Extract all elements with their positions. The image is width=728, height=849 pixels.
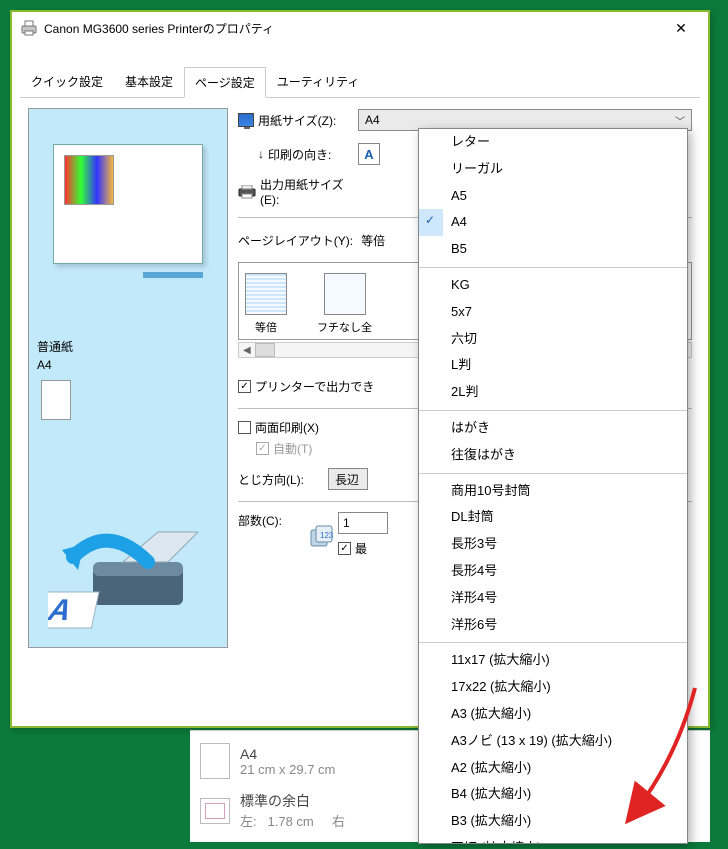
margin-icon [200, 798, 230, 824]
dropdown-separator [419, 267, 687, 268]
page-layout-label: ページレイアウト(Y): [238, 232, 353, 249]
paper-size-option[interactable]: 往復はがき [419, 442, 687, 469]
parent-paper-name: A4 [240, 746, 335, 762]
checkbox-icon: ✓ [238, 380, 251, 393]
preview-pane: 普通紙 A4 A [28, 108, 228, 648]
layout-thumb-borderless [324, 273, 366, 315]
duplex-checkbox[interactable]: 両面印刷(X) [238, 419, 319, 436]
preview-paper-size: A4 [37, 356, 73, 374]
output-size-label: 出力用紙サイズ(E): [238, 176, 358, 207]
preview-page [53, 144, 203, 264]
parent-paper-dims: 21 cm x 29.7 cm [240, 762, 335, 777]
preview-labels: 普通紙 A4 [37, 338, 73, 374]
paper-size-option[interactable]: 2L判 [419, 379, 687, 406]
layout-item-equal[interactable]: 等倍 [245, 273, 287, 335]
layout-item-borderless[interactable]: フチなし全 [317, 273, 372, 335]
paper-size-option[interactable]: 洋形6号 [419, 612, 687, 639]
paper-size-option[interactable]: A5 [419, 183, 687, 210]
tab-basic-settings[interactable]: 基本設定 [114, 66, 184, 97]
paper-size-option[interactable]: 17x22 (拡大縮小) [419, 674, 687, 701]
paper-size-option[interactable]: 洋形4号 [419, 585, 687, 612]
paper-size-option[interactable]: A3ノビ (13 x 19) (拡大縮小) [419, 728, 687, 755]
paper-size-option[interactable]: A2 (拡大縮小) [419, 755, 687, 782]
paper-size-option[interactable]: B3 (拡大縮小) [419, 808, 687, 835]
paper-size-option[interactable]: A3 (拡大縮小) [419, 701, 687, 728]
paper-size-option[interactable]: 六切 [419, 326, 687, 353]
paper-size-option[interactable]: 11x17 (拡大縮小) [419, 647, 687, 674]
printer-output-checkbox[interactable]: ✓ プリンターで出力でき [238, 378, 374, 395]
tab-strip: クイック設定 基本設定 ページ設定 ユーティリティ [12, 66, 708, 97]
tab-page-setup[interactable]: ページ設定 [184, 67, 266, 98]
parent-margin-title: 標準の余白 [240, 791, 345, 811]
preview-bar [143, 272, 203, 278]
checkbox-icon: ✓ [338, 542, 351, 555]
paper-size-option[interactable]: A4 [419, 209, 687, 236]
paper-size-dropdown[interactable]: レターリーガルA5A4B5 KG5x7六切L判2L判はがき往復はがき商用10号封筒… [418, 128, 688, 844]
titlebar: Canon MG3600 series Printerのプロパティ ✕ [12, 12, 708, 44]
paper-size-option[interactable]: B5 [419, 236, 687, 263]
dropdown-separator [419, 473, 687, 474]
copies-input[interactable]: 1 [338, 512, 388, 534]
paper-size-option[interactable]: 商用10号封筒 [419, 478, 687, 505]
preview-doc-icon [41, 380, 71, 420]
paper-size-option[interactable]: KG [419, 272, 687, 299]
checkbox-icon [238, 421, 251, 434]
preview-printer-art: A [48, 512, 208, 632]
paper-size-value: A4 [365, 113, 380, 127]
paper-size-option[interactable]: 長形3号 [419, 531, 687, 558]
close-button[interactable]: ✕ [662, 14, 700, 42]
auto-duplex-checkbox: ✓ 自動(T) [256, 440, 312, 457]
svg-text:123: 123 [320, 531, 334, 540]
page-layout-value: 等倍 [361, 232, 385, 249]
binding-label: とじ方向(L): [238, 471, 328, 488]
paper-icon [200, 743, 230, 779]
copies-label: 部数(C): [238, 512, 308, 529]
printer-icon [20, 20, 38, 36]
tab-quick-setup[interactable]: クイック設定 [20, 66, 114, 97]
paper-size-option[interactable]: リーガル [419, 156, 687, 183]
paper-size-option[interactable]: B4 (拡大縮小) [419, 781, 687, 808]
paper-size-option[interactable]: レター [419, 129, 687, 156]
paper-size-option[interactable]: DL封筒 [419, 504, 687, 531]
dialog-title: Canon MG3600 series Printerのプロパティ [44, 20, 274, 37]
dropdown-separator [419, 642, 687, 643]
printer-small-icon [238, 185, 256, 199]
scroll-thumb[interactable] [255, 343, 275, 357]
paper-size-label: 用紙サイズ(Z): [238, 112, 358, 129]
preview-paper-type: 普通紙 [37, 338, 73, 356]
preview-gradient [64, 155, 114, 205]
orientation-portrait[interactable]: A [358, 143, 380, 165]
copies-icon: 123 [308, 524, 330, 546]
dropdown-separator [419, 410, 687, 411]
monitor-icon [238, 113, 254, 127]
paper-size-option[interactable]: はがき [419, 415, 687, 442]
layout-thumb-equal [245, 273, 287, 315]
down-arrow-icon: ↓ [258, 147, 264, 161]
binding-combo[interactable]: 長辺 [328, 468, 368, 490]
paper-size-option[interactable]: L判 [419, 352, 687, 379]
tab-utility[interactable]: ユーティリティ [266, 66, 371, 97]
parent-margin-details: 左: 1.78 cm 右 [240, 811, 345, 830]
paper-size-option[interactable]: 5x7 [419, 299, 687, 326]
checkbox-icon: ✓ [256, 442, 269, 455]
paper-size-option[interactable]: 四切 (拡大縮小) [419, 835, 687, 844]
last-page-first-checkbox[interactable]: ✓ 最 [338, 540, 388, 557]
orientation-label: ↓ 印刷の向き: [238, 146, 358, 163]
paper-size-option[interactable]: 長形4号 [419, 558, 687, 585]
chevron-down-icon: ﹀ [675, 113, 685, 128]
scroll-left-icon[interactable]: ◀ [239, 345, 255, 356]
